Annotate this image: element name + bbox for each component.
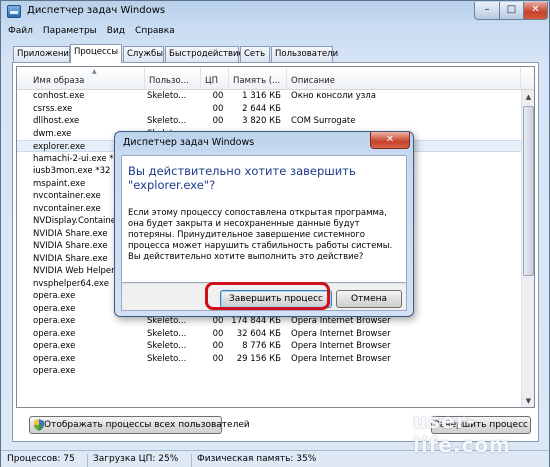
status-divider — [191, 454, 192, 467]
tab-applications[interactable]: Приложения — [13, 46, 74, 62]
table-row[interactable]: opera.exe — [17, 365, 521, 377]
menu-bar: Файл Параметры Вид Справка — [3, 24, 547, 40]
cell-image-name: opera.exe — [33, 366, 76, 376]
cell-description: Окно консоли узла — [291, 91, 376, 101]
cell-image-name: opera.exe — [33, 341, 76, 351]
col-cpu[interactable]: ЦП — [201, 67, 229, 90]
dialog-body: Вы действительно хотите завершить "explo… — [121, 155, 407, 283]
cell-user: Skeleto... — [147, 341, 187, 351]
show-all-users-button[interactable]: Отображать процессы всех пользователей — [29, 416, 250, 434]
cell-user: Skeleto... — [147, 353, 187, 364]
col-description[interactable]: Описание — [287, 67, 521, 90]
status-cpu: Загрузка ЦП: 25% — [93, 454, 179, 464]
cell-description: Opera Internet Browser — [291, 341, 391, 351]
close-button[interactable]: ✕ — [523, 2, 548, 20]
cell-image-name: conhost.exe — [33, 91, 85, 101]
cell-user — [147, 365, 201, 377]
cell-cpu: 00 — [212, 116, 224, 126]
cell-image-name: opera.exe — [33, 328, 76, 339]
cell-user — [147, 103, 201, 115]
scroll-down-icon[interactable]: ▼ — [522, 394, 534, 407]
tab-users[interactable]: Пользователи — [271, 46, 338, 62]
tab-network[interactable]: Сеть — [240, 46, 270, 62]
cell-cpu: 00 — [212, 91, 224, 101]
table-row[interactable]: opera.exe Skeleto... 00 32 604 КБ Opera Inte… — [17, 328, 521, 340]
dialog-close-button[interactable]: ✕ — [370, 132, 410, 149]
column-header-row: ▲ Имя образа Пользо... ЦП Память (... Оп… — [17, 67, 534, 90]
col-user[interactable]: Пользо... — [145, 67, 201, 90]
menu-options[interactable]: Параметры — [38, 24, 102, 36]
cell-memory: 2 644 КБ — [242, 103, 281, 114]
cell-cpu: 00 — [212, 341, 224, 351]
cell-image-name: opera.exe — [33, 353, 76, 364]
menu-view[interactable]: Вид — [102, 24, 130, 36]
dialog-title: Диспетчер задач Windows — [123, 137, 255, 148]
dialog-message: Если этому процессу сопоставлена открыта… — [128, 208, 393, 262]
shield-icon — [34, 419, 44, 431]
col-memory[interactable]: Память (... — [229, 67, 287, 90]
cancel-button[interactable]: Отмена — [336, 290, 402, 308]
watermark: user-life.com — [413, 409, 512, 457]
table-row[interactable]: opera.exe Skeleto... 00 29 156 КБ Opera Inte… — [17, 353, 521, 365]
tab-processes[interactable]: Процессы — [70, 44, 122, 63]
status-processes: Процессов: 75 — [7, 454, 75, 464]
cell-memory: 1 316 КБ — [242, 91, 281, 101]
dialog-heading: Вы действительно хотите завершить "explo… — [128, 164, 356, 192]
maximize-button[interactable]: □ — [499, 2, 524, 20]
scroll-up-icon[interactable]: ▲ — [522, 90, 534, 104]
cell-memory — [229, 365, 281, 377]
tab-performance[interactable]: Быстродействие — [165, 46, 244, 62]
table-row[interactable]: dllhost.exe Skeleto... 00 3 820 КБ COM Surro… — [17, 115, 521, 127]
window-title: Диспетчер задач Windows — [27, 5, 166, 16]
menu-file[interactable]: Файл — [3, 24, 38, 36]
cell-user: Skeleto... — [147, 328, 187, 339]
cell-description — [291, 103, 491, 115]
minimize-button[interactable]: – — [474, 2, 500, 20]
cell-cpu: 00 — [212, 353, 224, 364]
cell-memory: 8 776 КБ — [242, 341, 281, 351]
highlight-outline — [205, 282, 330, 310]
table-row[interactable]: csrss.exe 00 2 644 КБ — [17, 103, 521, 115]
col-image-name[interactable]: Имя образа — [17, 67, 145, 90]
task-manager-icon — [7, 5, 21, 18]
scroll-thumb[interactable] — [523, 106, 534, 276]
status-divider — [87, 454, 88, 467]
title-bar[interactable]: Диспетчер задач Windows – □ ✕ — [1, 1, 549, 23]
cell-description: COM Surrogate — [291, 116, 356, 126]
table-row[interactable]: conhost.exe Skeleto... 00 1 316 КБ Окно конс… — [17, 90, 521, 102]
cell-cpu: 00 — [212, 103, 224, 114]
cell-image-name: csrss.exe — [33, 103, 73, 114]
cell-cpu — [207, 365, 229, 377]
cell-memory: 32 604 КБ — [236, 328, 281, 339]
cell-memory: 3 820 КБ — [242, 116, 281, 126]
cell-user: Skeleto... — [147, 91, 187, 101]
cell-description: Opera Internet Browser — [291, 328, 391, 339]
status-memory: Физическая память: 35% — [197, 454, 317, 464]
tab-services[interactable]: Службы — [123, 46, 164, 62]
show-all-users-label: Отображать процессы всех пользователей — [44, 420, 250, 430]
cell-user: Skeleto... — [147, 116, 187, 126]
cell-image-name: dllhost.exe — [33, 116, 80, 126]
cell-memory: 29 156 КБ — [236, 353, 281, 364]
cell-description — [291, 365, 491, 377]
menu-help[interactable]: Справка — [130, 24, 180, 36]
table-row[interactable]: opera.exe Skeleto... 00 8 776 КБ Opera Inter… — [17, 340, 521, 352]
cell-cpu: 00 — [212, 328, 224, 339]
vertical-scrollbar[interactable]: ▲ ▼ — [521, 90, 534, 407]
cell-description: Opera Internet Browser — [291, 353, 391, 364]
